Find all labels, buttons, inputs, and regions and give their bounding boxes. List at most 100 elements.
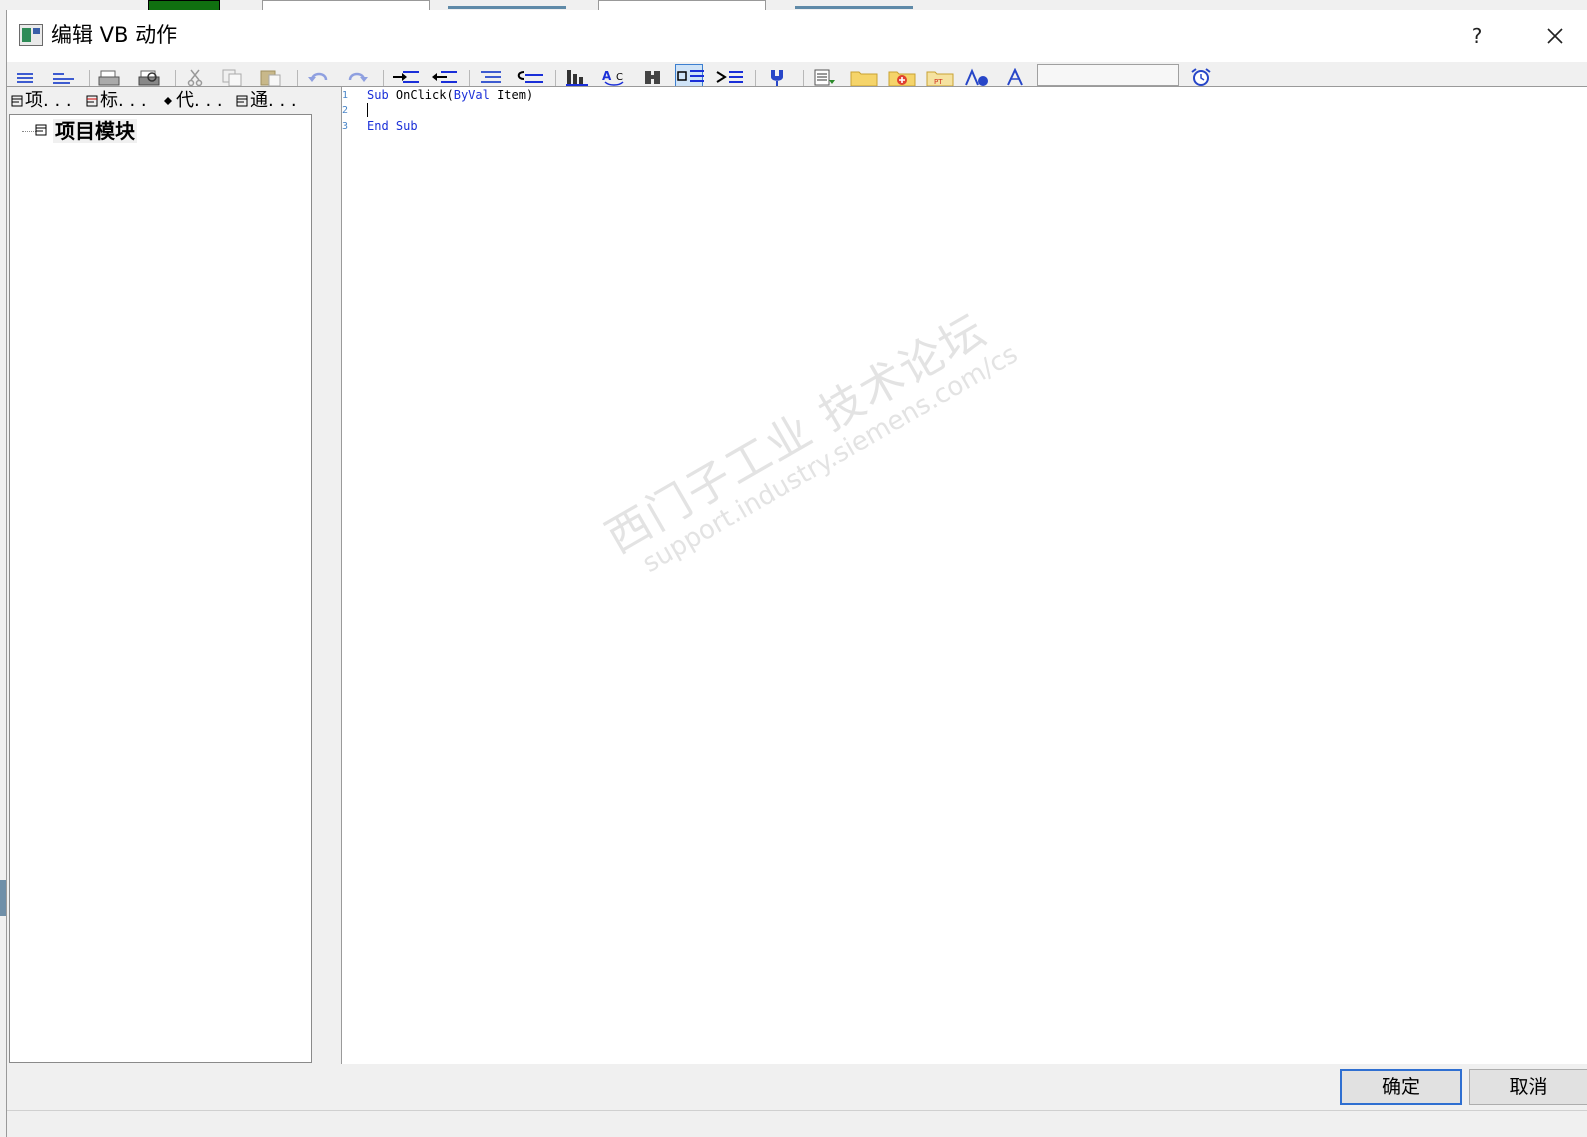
insert-object-button[interactable]: [811, 66, 839, 86]
redo-button[interactable]: [343, 66, 371, 86]
outdent-icon: [53, 73, 74, 84]
keyword: Sub: [395, 119, 418, 133]
toggle-bookmark-icon: [677, 70, 704, 82]
print-preview-button[interactable]: [135, 66, 163, 86]
find-replace-button[interactable]: AC: [601, 66, 629, 86]
add-folder-icon: [888, 71, 916, 86]
tree-connector: [22, 131, 36, 133]
left-pane: 项. . . 标. . . 代. . . 通. . . 项目模块: [7, 87, 314, 1064]
background-block: [795, 6, 913, 9]
text-caret: [367, 103, 368, 117]
insert-object-icon: [814, 69, 835, 86]
help-button[interactable]: ?: [1459, 20, 1495, 52]
close-icon: [1547, 28, 1563, 44]
uncomment-button[interactable]: [515, 66, 543, 86]
code-text: OnClick(: [388, 88, 454, 102]
line-number: 2: [342, 105, 349, 116]
cut-icon: [187, 69, 203, 86]
project-tree[interactable]: 项目模块: [9, 114, 312, 1063]
tag-folder-button[interactable]: PT: [925, 66, 954, 86]
svg-text:PT: PT: [934, 78, 943, 86]
find-icon: [645, 71, 660, 84]
comment-icon: [481, 71, 501, 83]
toolbar-separator: [297, 70, 298, 86]
title-bar: 编辑 VB 动作 ?: [7, 10, 1587, 62]
object-browser-icon: [965, 68, 988, 86]
module-tree-icon: [35, 124, 47, 136]
toolbar-separator: [555, 70, 556, 86]
syntax-check-button[interactable]: [763, 66, 791, 86]
toolbar-separator: [383, 70, 384, 86]
pane-splitter[interactable]: [314, 87, 342, 1064]
next-bookmark-icon: [716, 71, 743, 83]
svg-text:A: A: [602, 69, 612, 83]
close-button[interactable]: [1537, 20, 1573, 52]
tab-label: 通. . .: [250, 90, 297, 111]
tag-icon: [86, 95, 98, 107]
toolbar-search-combo[interactable]: [1037, 64, 1179, 86]
uncomment-icon: [517, 71, 543, 83]
increase-indent-button[interactable]: [391, 66, 419, 86]
decrease-indent-button[interactable]: [429, 66, 457, 86]
app-window-icon: [19, 24, 43, 46]
outdent-button[interactable]: [49, 66, 77, 86]
tab-code[interactable]: 代. . .: [162, 89, 223, 113]
find-button[interactable]: [639, 66, 667, 86]
keyword: Sub: [367, 88, 389, 102]
cancel-button[interactable]: 取消: [1469, 1069, 1587, 1105]
comment-button[interactable]: [477, 66, 505, 86]
find-replace-icon: AC: [602, 69, 624, 86]
add-folder-button[interactable]: [887, 66, 916, 86]
toggle-bookmark-button[interactable]: [675, 64, 704, 86]
code-editor[interactable]: 1 2 3 Sub OnClick(ByVal Item) End Sub: [342, 87, 1587, 1064]
folder-icon: [850, 71, 878, 86]
object-browser-button[interactable]: [963, 66, 991, 86]
background-block: [448, 6, 566, 9]
keyword: End: [367, 119, 389, 133]
tab-general[interactable]: 通. . .: [236, 89, 297, 113]
toolbar-separator: [175, 70, 176, 86]
print-icon: [98, 70, 120, 86]
paste-button[interactable]: [257, 66, 285, 86]
toolbar: AC PT: [7, 62, 1587, 86]
redo-icon: [348, 72, 368, 82]
decrease-indent-icon: [432, 71, 457, 83]
edit-vb-action-dialog: 编辑 VB 动作 ? AC PT 项. . . 标. . . 代. . . 通.…: [6, 10, 1587, 1137]
ok-button[interactable]: 确定: [1340, 1069, 1462, 1105]
print-button[interactable]: [95, 66, 123, 86]
undo-button[interactable]: [305, 66, 333, 86]
bookmark-button[interactable]: [563, 66, 591, 86]
next-bookmark-button[interactable]: [715, 66, 743, 86]
code-line-1: Sub OnClick(ByVal Item): [367, 88, 533, 102]
toolbar-separator: [89, 70, 90, 86]
copy-button[interactable]: [219, 66, 247, 86]
trigger-button[interactable]: [1187, 66, 1215, 86]
syntax-check-icon: [771, 70, 783, 86]
tab-project[interactable]: 项. . .: [11, 89, 72, 113]
increase-indent-icon: [393, 71, 419, 83]
bookmark-icon: [566, 70, 588, 86]
undo-icon: [308, 72, 328, 82]
svg-text:C: C: [616, 72, 623, 83]
tab-label: 代. . .: [176, 90, 223, 111]
tab-label: 标. . .: [100, 90, 147, 111]
code-icon: [164, 97, 172, 105]
tag-folder-icon: PT: [926, 71, 954, 86]
tree-item-project-modules[interactable]: 项目模块: [53, 119, 137, 143]
copy-icon: [222, 69, 242, 86]
cut-button[interactable]: [181, 66, 209, 86]
module-tree-icon: [236, 95, 248, 107]
paste-icon: [260, 70, 281, 86]
line-number: 3: [342, 121, 349, 132]
code-text: Item): [489, 88, 534, 102]
indent-button[interactable]: [11, 66, 39, 86]
left-pane-tabs: 项. . . 标. . . 代. . . 通. . .: [7, 87, 314, 114]
code-line-3: End Sub: [367, 119, 418, 133]
compass-button[interactable]: [1001, 66, 1029, 86]
tab-tags[interactable]: 标. . .: [86, 89, 147, 113]
folder-button[interactable]: [849, 66, 878, 86]
dialog-button-bar: 确定 取消: [7, 1064, 1587, 1137]
indent-icon: [17, 73, 33, 83]
status-divider: [7, 1110, 1587, 1111]
